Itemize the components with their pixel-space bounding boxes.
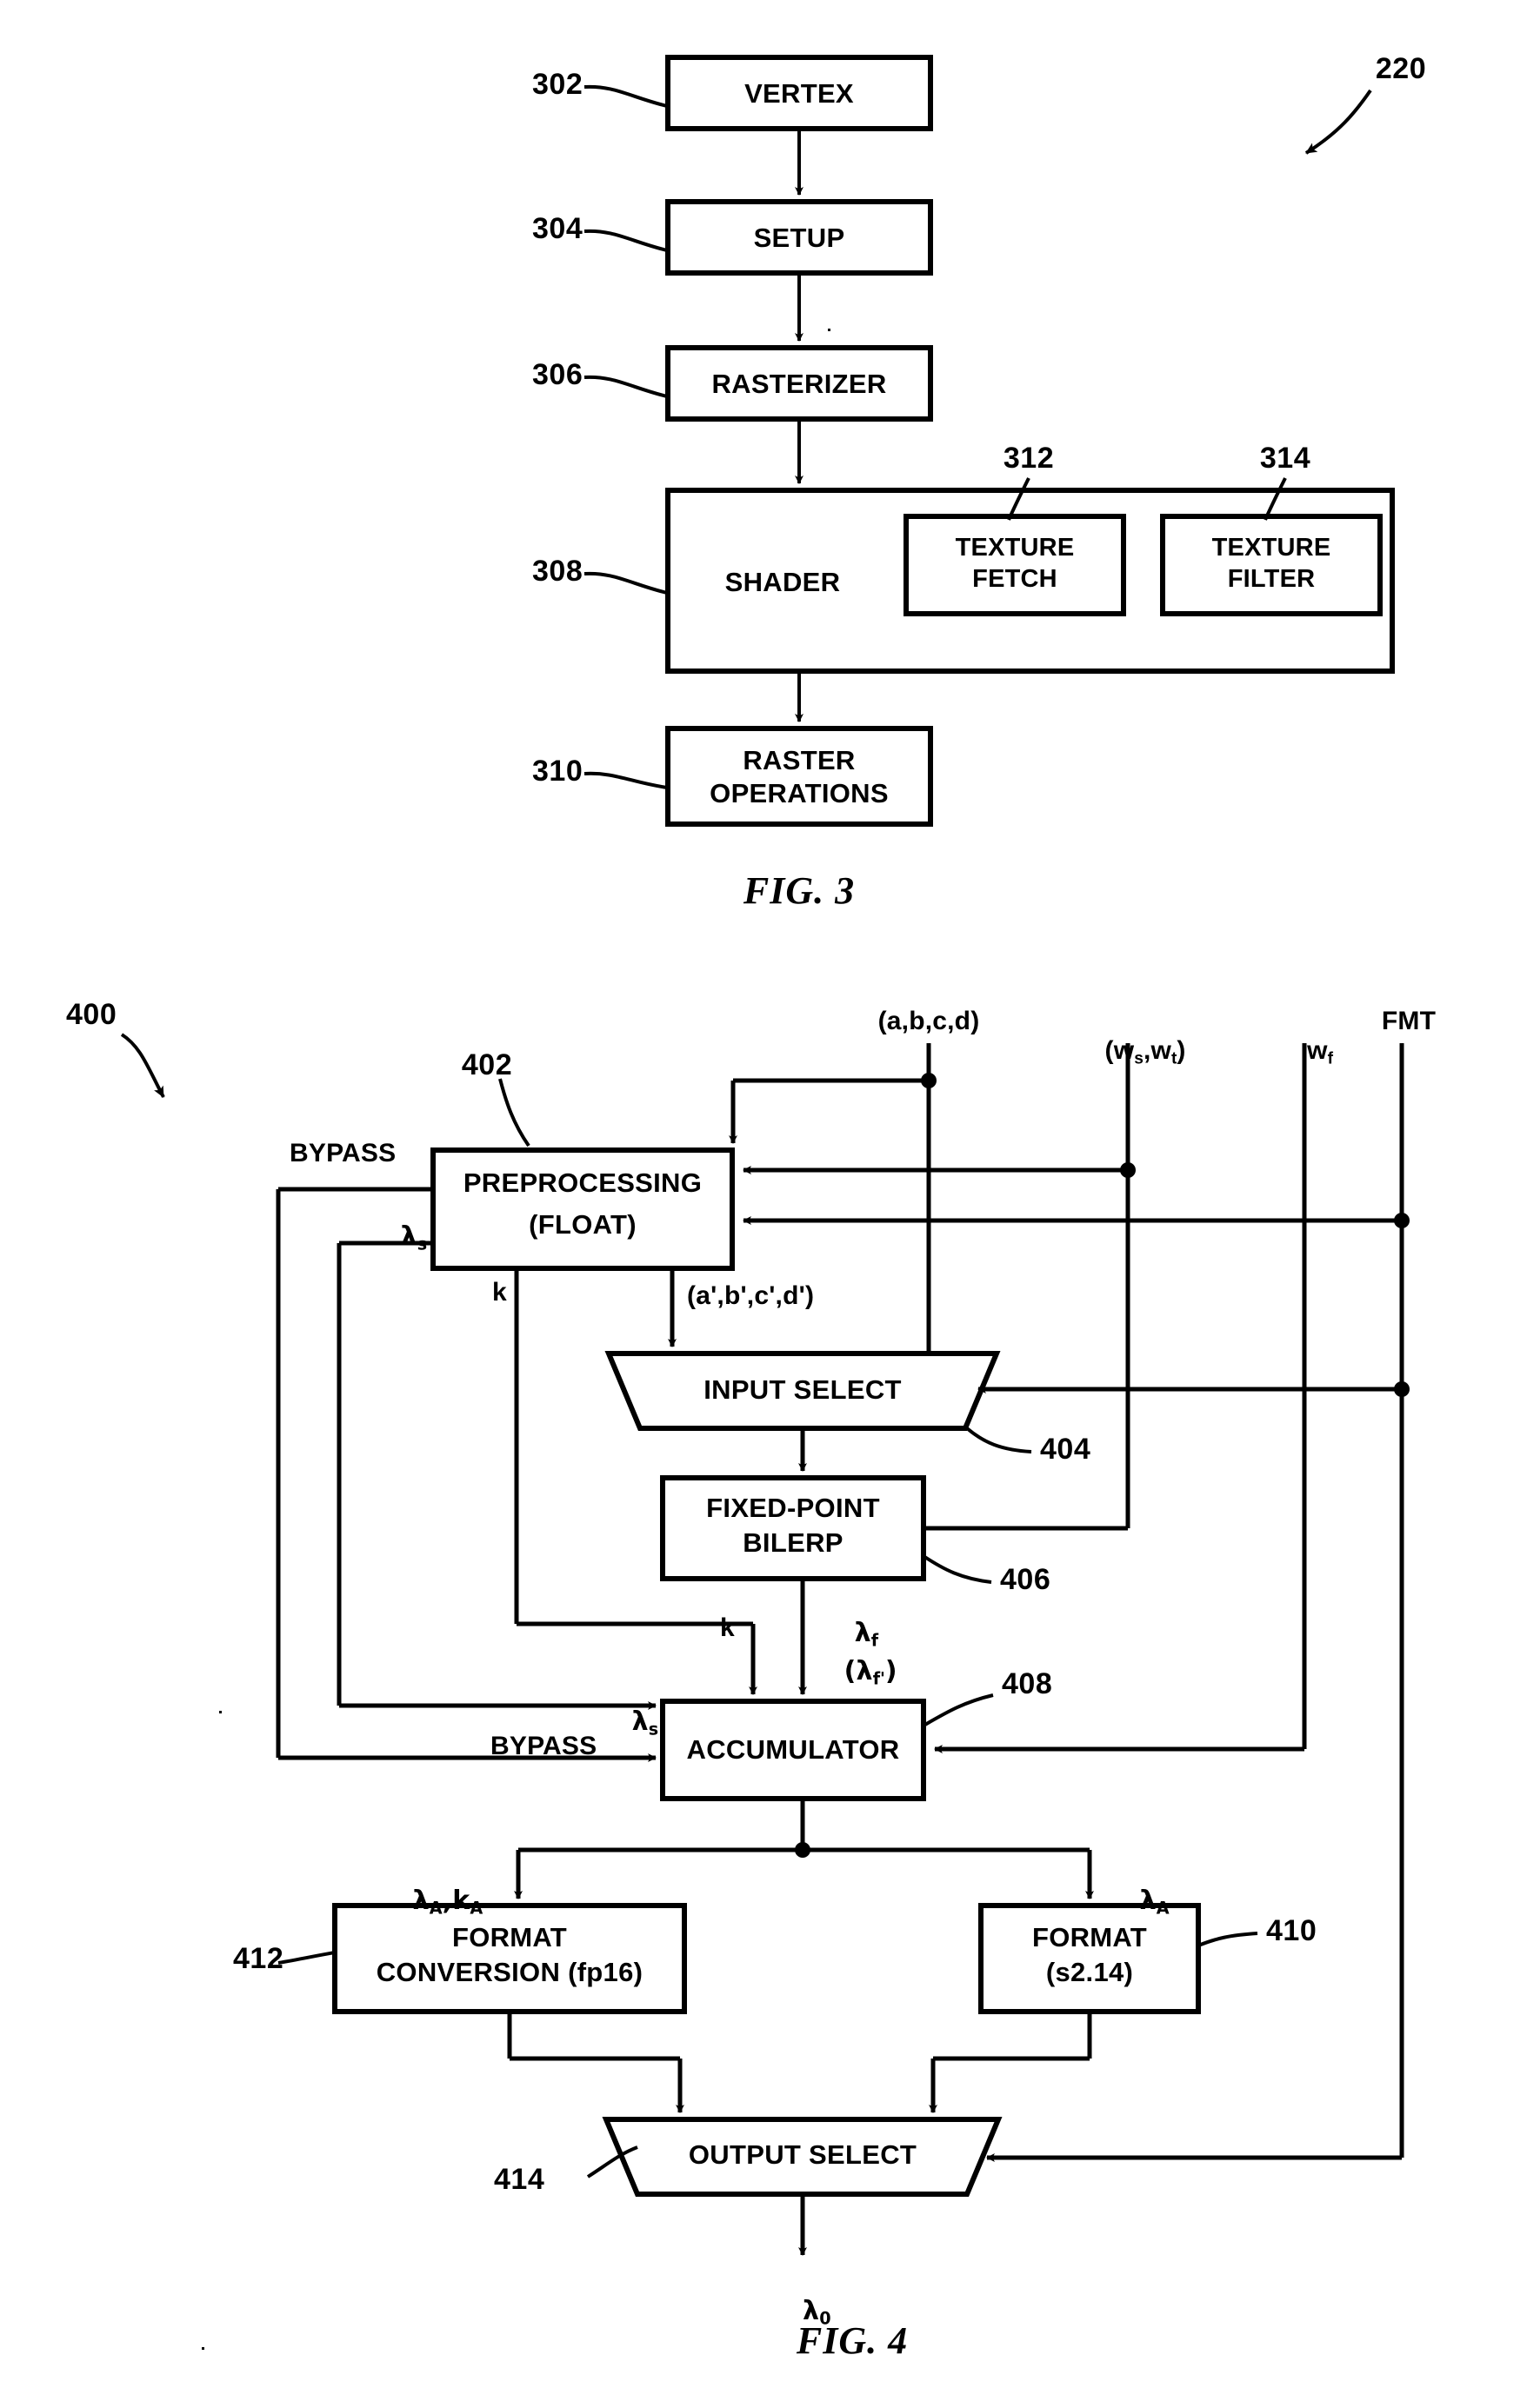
block-fixed-point-bilerp-line1: FIXED-POINT — [706, 1493, 880, 1523]
block-fixed-point-bilerp-line2: BILERP — [743, 1527, 844, 1558]
block-accumulator-label: ACCUMULATOR — [686, 1734, 900, 1765]
block-raster-operations-line2: OPERATIONS — [710, 778, 889, 808]
diagram-vector-layer — [120, 55, 1410, 2256]
block-format-s214-line2: (s2.14) — [1045, 1957, 1134, 1987]
block-preprocessing-line2: (FLOAT) — [529, 1209, 637, 1240]
block-raster-operations-line1: RASTER — [743, 745, 856, 775]
block-texture-fetch-line2: FETCH — [972, 565, 1057, 593]
signal-abcd-primed: (a',b',c',d') — [687, 1281, 815, 1310]
ref-406: 406 — [1000, 1563, 1051, 1596]
ws-wt-mid: ,w — [1143, 1035, 1172, 1065]
block-setup-label: SETUP — [753, 223, 845, 253]
block-vertex-label: VERTEX — [744, 78, 854, 109]
ws-wt-close: ) — [1177, 1035, 1186, 1065]
lambda-A-kA-mid: ,k — [442, 1885, 470, 1916]
signal-lambda-s-mid: λs — [595, 1678, 659, 1767]
lambda-A-kA-glyph: λ — [412, 1885, 430, 1916]
lambda-A-kA-sub2: A — [470, 1897, 483, 1918]
ref-220: 220 — [1375, 52, 1427, 85]
ref-310: 310 — [532, 755, 583, 788]
block-format-conversion-line2: CONVERSION (fp16) — [376, 1957, 643, 1987]
lambda-f-primed-sub: f' — [872, 1667, 885, 1688]
lambda-A-kA-sub1: A — [429, 1897, 443, 1918]
signal-bypass-top: BYPASS — [290, 1139, 397, 1167]
signal-lambda-f-primed: (λf') — [807, 1627, 897, 1717]
ref-312: 312 — [1003, 442, 1055, 475]
block-texture-fetch-line1: TEXTURE — [955, 534, 1075, 562]
signal-bypass-bottom: BYPASS — [490, 1732, 597, 1760]
block-output-select-label: OUTPUT SELECT — [688, 2139, 917, 2170]
scan-speck — [219, 1711, 222, 1713]
ref-402: 402 — [461, 1048, 513, 1081]
block-input-select-label: INPUT SELECT — [703, 1374, 902, 1405]
input-label-fmt: FMT — [1381, 1007, 1437, 1035]
wf-base: w — [1307, 1035, 1328, 1065]
signal-k-upper: k — [492, 1278, 507, 1307]
block-rasterizer-label: RASTERIZER — [711, 369, 887, 399]
figure-3-caption: FIG. 3 — [743, 869, 856, 912]
signal-lambda-A-kA: λA,kA — [376, 1857, 483, 1946]
lambda-s-mid-sub: s — [648, 1718, 659, 1739]
ref-408: 408 — [1002, 1667, 1053, 1700]
ref-414: 414 — [494, 2163, 545, 2196]
input-label-wf: wf — [1277, 1007, 1333, 1097]
ref-302: 302 — [532, 68, 583, 101]
ref-304: 304 — [532, 212, 583, 245]
lambda-A-glyph: λ — [1139, 1885, 1157, 1916]
ref-404: 404 — [1040, 1433, 1091, 1466]
input-label-ws-wt: (ws,wt) — [1075, 1007, 1186, 1097]
figure-4-caption: FIG. 4 — [796, 2319, 909, 2362]
ref-314: 314 — [1259, 442, 1311, 475]
ws-sub: s — [1134, 1048, 1144, 1068]
block-preprocessing-line1: PREPROCESSING — [463, 1167, 703, 1198]
ws-wt-open: (w — [1104, 1035, 1135, 1065]
signal-lambda-A: λA — [1103, 1857, 1170, 1946]
lambda-s-top-glyph: λ — [400, 1221, 417, 1252]
signal-lambda-s-top: λs — [363, 1193, 428, 1282]
block-texture-filter-line2: FILTER — [1227, 565, 1316, 593]
lambda-s-top-sub: s — [417, 1233, 428, 1254]
ref-410: 410 — [1266, 1914, 1317, 1947]
ref-306: 306 — [532, 358, 583, 391]
lambda-A-sub: A — [1156, 1897, 1170, 1918]
patent-figure-page: 302 304 306 308 310 312 314 220 VERTEX S… — [0, 0, 1527, 2408]
ref-308: 308 — [532, 555, 583, 588]
lambda-s-mid-glyph: λ — [631, 1706, 649, 1737]
scan-speck — [828, 329, 830, 331]
lambda-f-primed-close: ) — [884, 1655, 897, 1686]
wf-sub: f — [1327, 1048, 1334, 1068]
ref-412: 412 — [233, 1942, 284, 1975]
block-shader-label: SHADER — [724, 567, 841, 597]
signal-k-lower: k — [720, 1613, 735, 1642]
block-texture-filter-line1: TEXTURE — [1211, 534, 1331, 562]
ref-400: 400 — [66, 998, 117, 1031]
lambda-f-primed-open: (λ — [844, 1655, 873, 1686]
scan-speck — [202, 2347, 204, 2350]
input-label-abcd: (a,b,c,d) — [877, 1007, 980, 1035]
